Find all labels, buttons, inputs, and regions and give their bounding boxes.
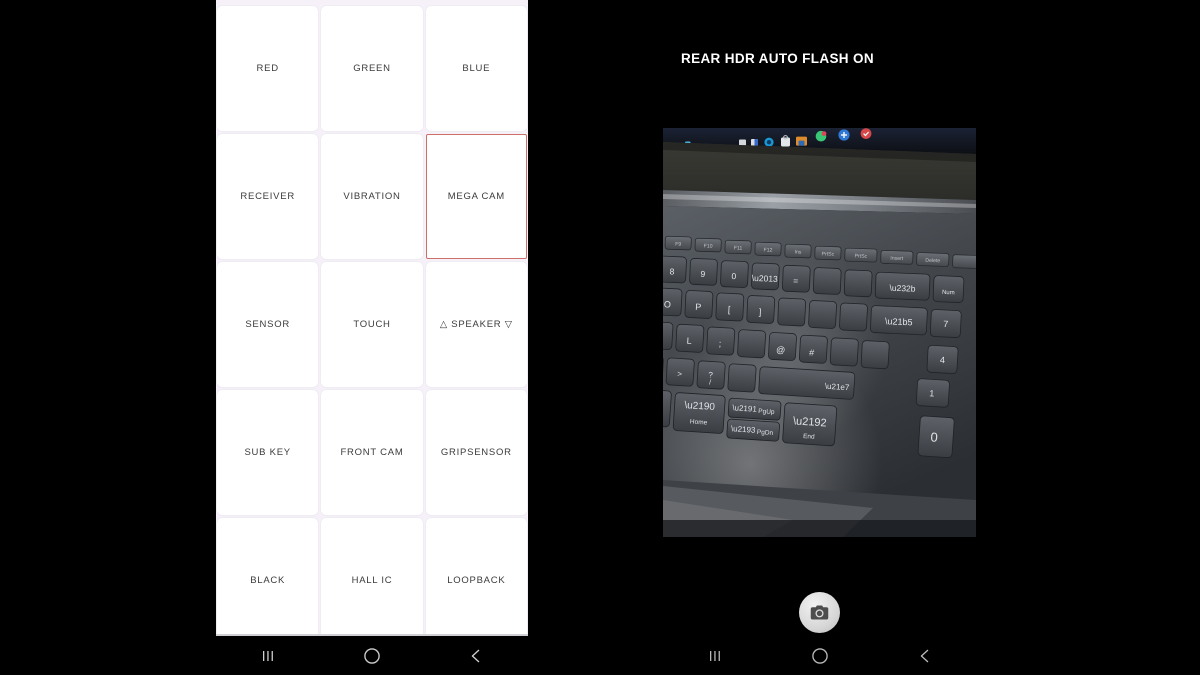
svg-text:>: > <box>677 369 683 378</box>
test-cell-label: BLACK <box>250 574 286 586</box>
svg-text:F9: F9 <box>675 241 681 247</box>
camera-preview-image: Search <box>663 128 976 537</box>
svg-text:0: 0 <box>731 271 736 281</box>
svg-text:F10: F10 <box>704 243 713 249</box>
svg-text:F11: F11 <box>734 245 743 251</box>
test-cell[interactable]: SUB KEY <box>217 390 319 515</box>
svg-text:@: @ <box>776 345 786 355</box>
back-button[interactable] <box>897 636 953 675</box>
svg-text:=: = <box>793 276 798 286</box>
svg-text:Home: Home <box>690 418 708 426</box>
svg-text:Insert: Insert <box>890 256 904 262</box>
home-button[interactable] <box>344 636 400 675</box>
svg-text:\u2013: \u2013 <box>752 273 779 284</box>
test-cell[interactable]: BLUE <box>425 6 527 131</box>
left-navigation-bar <box>216 636 528 675</box>
svg-text:7: 7 <box>943 319 948 329</box>
camera-icon <box>809 602 830 623</box>
test-cell[interactable]: △ SPEAKER ▽ <box>425 262 527 387</box>
test-grid: RED GREEN BLUE RECEIVER VIBRATION MEGA CAM SEN… <box>217 6 527 643</box>
svg-text:P: P <box>695 302 701 312</box>
test-cell-label: HALL IC <box>351 574 393 586</box>
recents-icon <box>706 647 724 665</box>
shutter-button[interactable] <box>799 592 840 633</box>
camera-mode-title: REAR HDR AUTO FLASH ON <box>681 51 874 66</box>
test-cell-label: RED <box>256 62 279 74</box>
test-cell[interactable]: GREEN <box>321 6 423 131</box>
test-cell-label: TOUCH <box>353 318 391 330</box>
right-phone-panel: REAR HDR AUTO FLASH ON F9 F10 F11 F12 In… <box>663 0 977 675</box>
test-cell-label: SENSOR <box>245 318 290 330</box>
svg-text:F12: F12 <box>763 247 772 253</box>
test-grid-wrapper: RED GREEN BLUE RECEIVER VIBRATION MEGA CAM SEN… <box>216 0 528 675</box>
svg-text:Ins: Ins <box>794 249 802 255</box>
test-cell-label: MEGA CAM <box>447 190 505 202</box>
test-cell-label: FRONT CAM <box>340 446 404 458</box>
test-cell[interactable]: HALL IC <box>321 518 423 643</box>
home-button[interactable] <box>792 636 848 675</box>
svg-text:PrtSc: PrtSc <box>854 253 867 259</box>
back-icon <box>916 647 934 665</box>
svg-text:\u21e7: \u21e7 <box>825 382 851 393</box>
test-cell[interactable]: RED <box>217 6 319 131</box>
test-cell-label: △ SPEAKER ▽ <box>439 318 513 330</box>
svg-text:\u232b: \u232b <box>889 283 916 294</box>
svg-text:PgDn: PgDn <box>757 429 774 437</box>
test-cell-label: BLUE <box>462 62 491 74</box>
svg-text:O: O <box>664 299 671 309</box>
test-cell[interactable]: TOUCH <box>321 262 423 387</box>
recents-button[interactable] <box>240 636 296 675</box>
test-cell[interactable]: FRONT CAM <box>321 390 423 515</box>
svg-text:]: ] <box>759 307 762 317</box>
svg-text:0: 0 <box>930 429 938 444</box>
home-icon <box>810 646 830 666</box>
recents-icon <box>259 647 277 665</box>
test-cell[interactable]: LOOPBACK <box>425 518 527 643</box>
svg-text:End: End <box>803 433 815 441</box>
test-cell-label: VIBRATION <box>343 190 401 202</box>
svg-text:\u2192: \u2192 <box>793 415 827 429</box>
test-cell-label: RECEIVER <box>240 190 295 202</box>
test-cell[interactable]: GRIPSENSOR <box>425 390 527 515</box>
svg-text:\u2193: \u2193 <box>731 424 757 435</box>
test-cell[interactable]: VIBRATION <box>321 134 423 259</box>
svg-text:\u2191: \u2191 <box>732 403 758 414</box>
svg-text:PgUp: PgUp <box>758 408 775 416</box>
svg-text:\u21b5: \u21b5 <box>885 316 913 327</box>
svg-text:PrtSc: PrtSc <box>821 251 834 257</box>
svg-text:9: 9 <box>700 269 705 279</box>
test-cell-label: LOOPBACK <box>447 574 506 586</box>
home-icon <box>362 646 382 666</box>
svg-text:\u2190: \u2190 <box>684 400 716 413</box>
test-cell[interactable]: BLACK <box>217 518 319 643</box>
test-cell-label: SUB KEY <box>244 446 291 458</box>
svg-text:Num: Num <box>942 290 955 297</box>
back-icon <box>467 647 485 665</box>
svg-text:#: # <box>809 348 815 358</box>
svg-text:L: L <box>686 336 692 346</box>
svg-text:1: 1 <box>929 388 935 398</box>
right-navigation-bar <box>663 636 977 675</box>
recents-button[interactable] <box>687 636 743 675</box>
left-phone-panel: RED GREEN BLUE RECEIVER VIBRATION MEGA CAM SEN… <box>216 0 528 675</box>
back-button[interactable] <box>448 636 504 675</box>
svg-text:8: 8 <box>669 266 674 276</box>
shutter-row <box>663 592 976 633</box>
svg-text:Delete: Delete <box>925 258 940 264</box>
test-cell[interactable]: MEGA CAM <box>425 134 527 259</box>
test-cell[interactable]: RECEIVER <box>217 134 319 259</box>
test-cell-label: GREEN <box>353 62 391 74</box>
screenshot-root: RED GREEN BLUE RECEIVER VIBRATION MEGA CAM SEN… <box>0 0 1200 675</box>
camera-preview[interactable]: Search <box>663 128 976 537</box>
test-cell[interactable]: SENSOR <box>217 262 319 387</box>
svg-text:4: 4 <box>940 355 946 365</box>
test-cell-label: GRIPSENSOR <box>440 446 512 458</box>
